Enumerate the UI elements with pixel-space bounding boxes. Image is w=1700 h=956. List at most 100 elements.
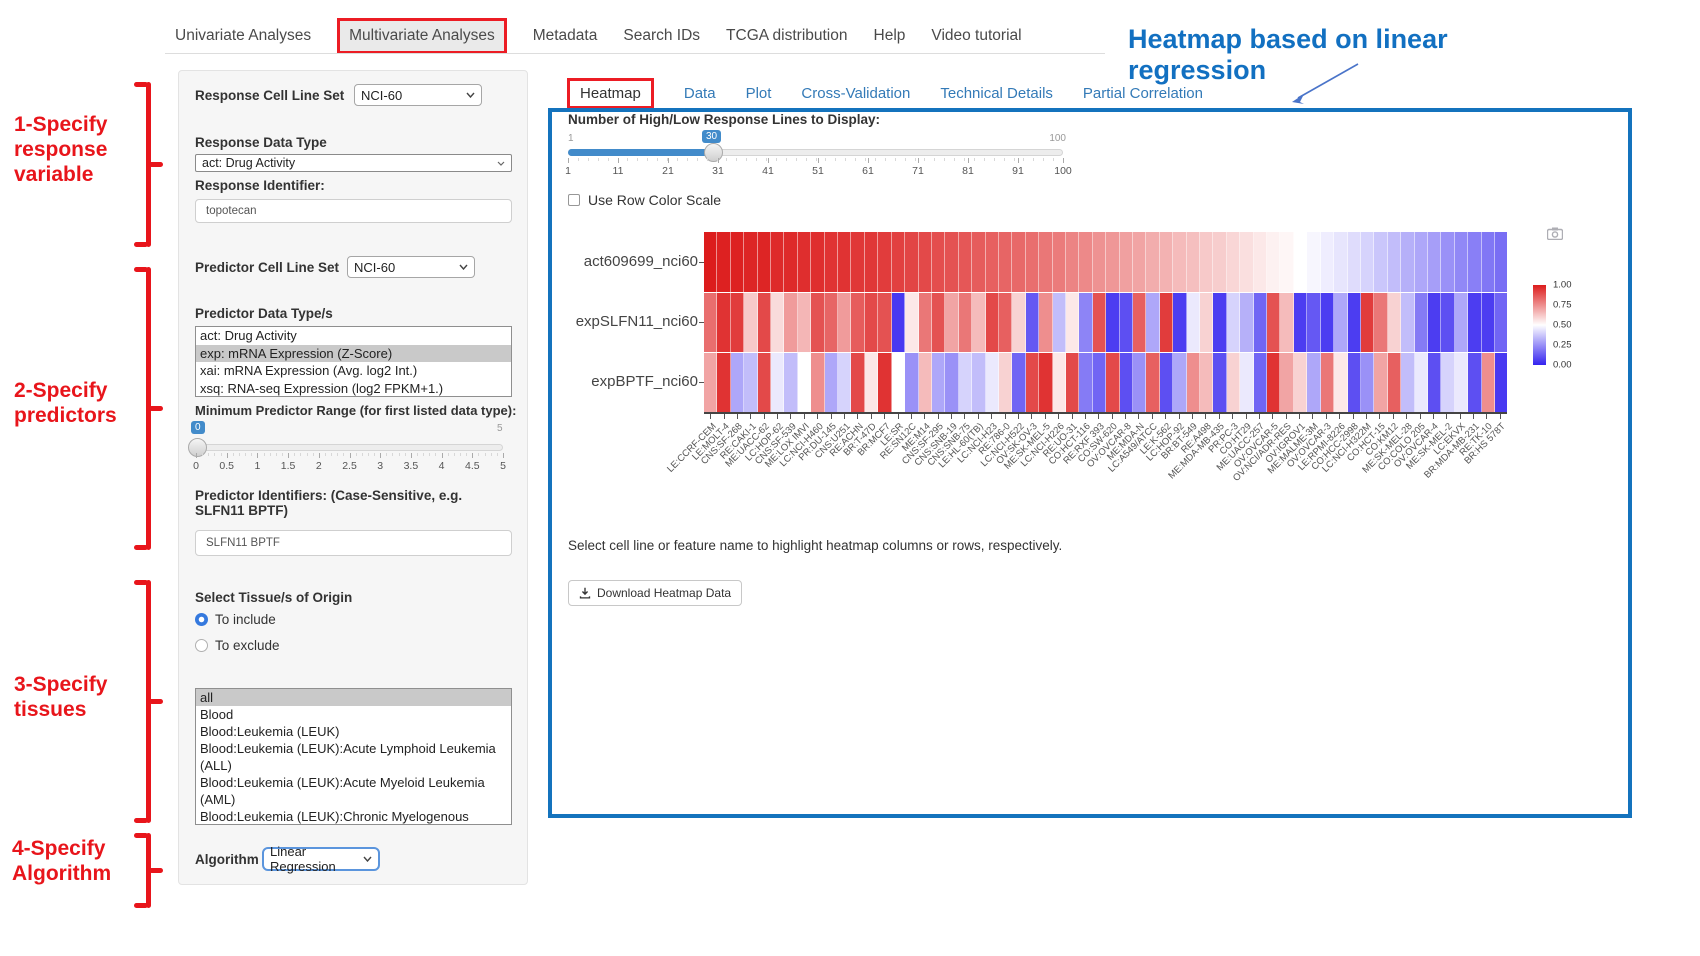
heatmap-cell[interactable] — [717, 232, 730, 292]
download-heatmap-button[interactable]: Download Heatmap Data — [568, 580, 742, 606]
heatmap-cell[interactable] — [825, 353, 838, 412]
heatmap-cell[interactable] — [878, 232, 891, 292]
heatmap-cell[interactable] — [811, 232, 824, 292]
heatmap-cell[interactable] — [1388, 293, 1401, 352]
heatmap-cell[interactable] — [1415, 293, 1428, 352]
heatmap-cell[interactable] — [1482, 232, 1495, 292]
heatmap-cell[interactable] — [1066, 353, 1079, 412]
heatmap-cell[interactable] — [1495, 232, 1507, 292]
heatmap-cell[interactable] — [1482, 353, 1495, 412]
tissue-include-radio[interactable]: To include — [195, 612, 276, 627]
tab-heatmap[interactable]: Heatmap — [567, 78, 654, 109]
heatmap-cell[interactable] — [704, 353, 717, 412]
heatmap-cell[interactable] — [1428, 293, 1441, 352]
heatmap-cell[interactable] — [972, 232, 985, 292]
heatmap-cell[interactable] — [1321, 232, 1334, 292]
heatmap-cell[interactable] — [932, 353, 945, 412]
heatmap-cell[interactable] — [1307, 232, 1320, 292]
heatmap-cell[interactable] — [811, 293, 824, 352]
heatmap-cell[interactable] — [758, 293, 771, 352]
heatmap-cell[interactable] — [1307, 293, 1320, 352]
tissue-option-blood-leukemia-leuk-acute-lymphoid-leuke[interactable]: Blood:Leukemia (LEUK):Acute Lymphoid Leu… — [196, 740, 511, 774]
predictor-data-type-option-xsq-rna-seq-expression-log2-fpkm-1[interactable]: xsq: RNA-seq Expression (log2 FPKM+1.) — [196, 380, 511, 398]
heatmap-cell[interactable] — [1361, 232, 1374, 292]
heatmap-cell[interactable] — [784, 293, 797, 352]
heatmap-cell[interactable] — [1079, 353, 1092, 412]
heatmap-cell[interactable] — [1401, 353, 1414, 412]
heatmap-cell[interactable] — [1200, 293, 1213, 352]
heatmap-cell[interactable] — [1415, 232, 1428, 292]
heatmap-cell[interactable] — [1254, 293, 1267, 352]
heatmap-cell[interactable] — [1079, 232, 1092, 292]
heatmap-cell[interactable] — [1160, 293, 1173, 352]
heatmap-cell[interactable] — [1106, 293, 1119, 352]
heatmap-cell[interactable] — [1280, 293, 1293, 352]
tab-data[interactable]: Data — [684, 85, 716, 102]
heatmap-cell[interactable] — [1374, 232, 1387, 292]
heatmap-cell[interactable] — [1053, 353, 1066, 412]
heatmap-cell[interactable] — [704, 232, 717, 292]
heatmap-cell[interactable] — [1307, 353, 1320, 412]
heatmap-cell[interactable] — [744, 353, 757, 412]
heatmap-cell[interactable] — [892, 293, 905, 352]
heatmap-cell[interactable] — [1213, 232, 1226, 292]
heatmap-cell[interactable] — [959, 353, 972, 412]
heatmap-cell[interactable] — [1482, 293, 1495, 352]
heatmap-cell[interactable] — [878, 353, 891, 412]
heatmap-cell[interactable] — [771, 293, 784, 352]
heatmap-cell[interactable] — [1120, 293, 1133, 352]
heatmap-cell[interactable] — [1348, 232, 1361, 292]
heatmap-cell[interactable] — [1495, 353, 1507, 412]
heatmap-cell[interactable] — [986, 232, 999, 292]
heatmap-cell[interactable] — [1227, 353, 1240, 412]
heatmap-cell[interactable] — [1280, 232, 1293, 292]
heatmap-cell[interactable] — [1361, 353, 1374, 412]
heatmap-cell[interactable] — [744, 293, 757, 352]
algorithm-select[interactable]: Linear Regression — [262, 847, 380, 871]
heatmap-cell[interactable] — [1187, 353, 1200, 412]
tissue-option-all[interactable]: all — [196, 689, 511, 706]
heatmap-cell[interactable] — [1187, 293, 1200, 352]
heatmap-cell[interactable] — [1294, 353, 1307, 412]
heatmap-cell[interactable] — [1053, 293, 1066, 352]
predictor-data-type-option-act-drug-activity[interactable]: act: Drug Activity — [196, 327, 511, 345]
heatmap-cell[interactable] — [1200, 353, 1213, 412]
heatmap-cell[interactable] — [717, 293, 730, 352]
heatmap-cell[interactable] — [1280, 353, 1293, 412]
heatmap-cell[interactable] — [1388, 353, 1401, 412]
heatmap-cell[interactable] — [1267, 353, 1280, 412]
nav-item-univariate-analyses[interactable]: Univariate Analyses — [175, 27, 311, 45]
heatmap-cell[interactable] — [865, 293, 878, 352]
heatmap-cell[interactable] — [1254, 353, 1267, 412]
heatmap-cell[interactable] — [1120, 353, 1133, 412]
heatmap-cell[interactable] — [1173, 232, 1186, 292]
heatmap-row-label-expslfn11-nci60[interactable]: expSLFN11_nci60 — [548, 313, 698, 330]
heatmap-cell[interactable] — [892, 353, 905, 412]
heatmap-row-label-expbptf-nci60[interactable]: expBPTF_nci60 — [548, 373, 698, 390]
heatmap-cell[interactable] — [999, 232, 1012, 292]
heatmap-cell[interactable] — [905, 232, 918, 292]
heatmap-cell[interactable] — [1468, 232, 1481, 292]
heatmap-cell[interactable] — [1146, 232, 1159, 292]
heatmap-cell[interactable] — [959, 232, 972, 292]
heatmap-cell[interactable] — [825, 293, 838, 352]
camera-icon[interactable] — [1547, 227, 1563, 240]
predictor-data-types-listbox[interactable]: act: Drug Activityexp: mRNA Expression (… — [195, 326, 512, 397]
heatmap-cell[interactable] — [1133, 293, 1146, 352]
row-color-scale-option[interactable]: Use Row Color Scale — [568, 192, 721, 208]
heatmap-cell[interactable] — [1146, 353, 1159, 412]
heatmap-cell[interactable] — [1441, 232, 1454, 292]
tissue-option-blood[interactable]: Blood — [196, 706, 511, 723]
response-data-type-select[interactable]: act: Drug Activity — [195, 154, 512, 172]
heatmap-cell[interactable] — [1079, 293, 1092, 352]
heatmap-cell[interactable] — [1026, 232, 1039, 292]
heatmap-cell[interactable] — [1039, 293, 1052, 352]
heatmap-cell[interactable] — [1468, 293, 1481, 352]
heatmap-cell[interactable] — [1026, 293, 1039, 352]
heatmap-cell[interactable] — [1187, 232, 1200, 292]
range-slider-track[interactable] — [196, 444, 503, 451]
heatmap-cell[interactable] — [1348, 293, 1361, 352]
tissue-option-blood-leukemia-leuk-chronic-myelogenous-[interactable]: Blood:Leukemia (LEUK):Chronic Myelogenou… — [196, 808, 511, 825]
predictor-data-type-option-xai-mrna-expression-avg-log2-int[interactable]: xai: mRNA Expression (Avg. log2 Int.) — [196, 362, 511, 380]
checkbox-unchecked-icon[interactable] — [568, 194, 580, 206]
